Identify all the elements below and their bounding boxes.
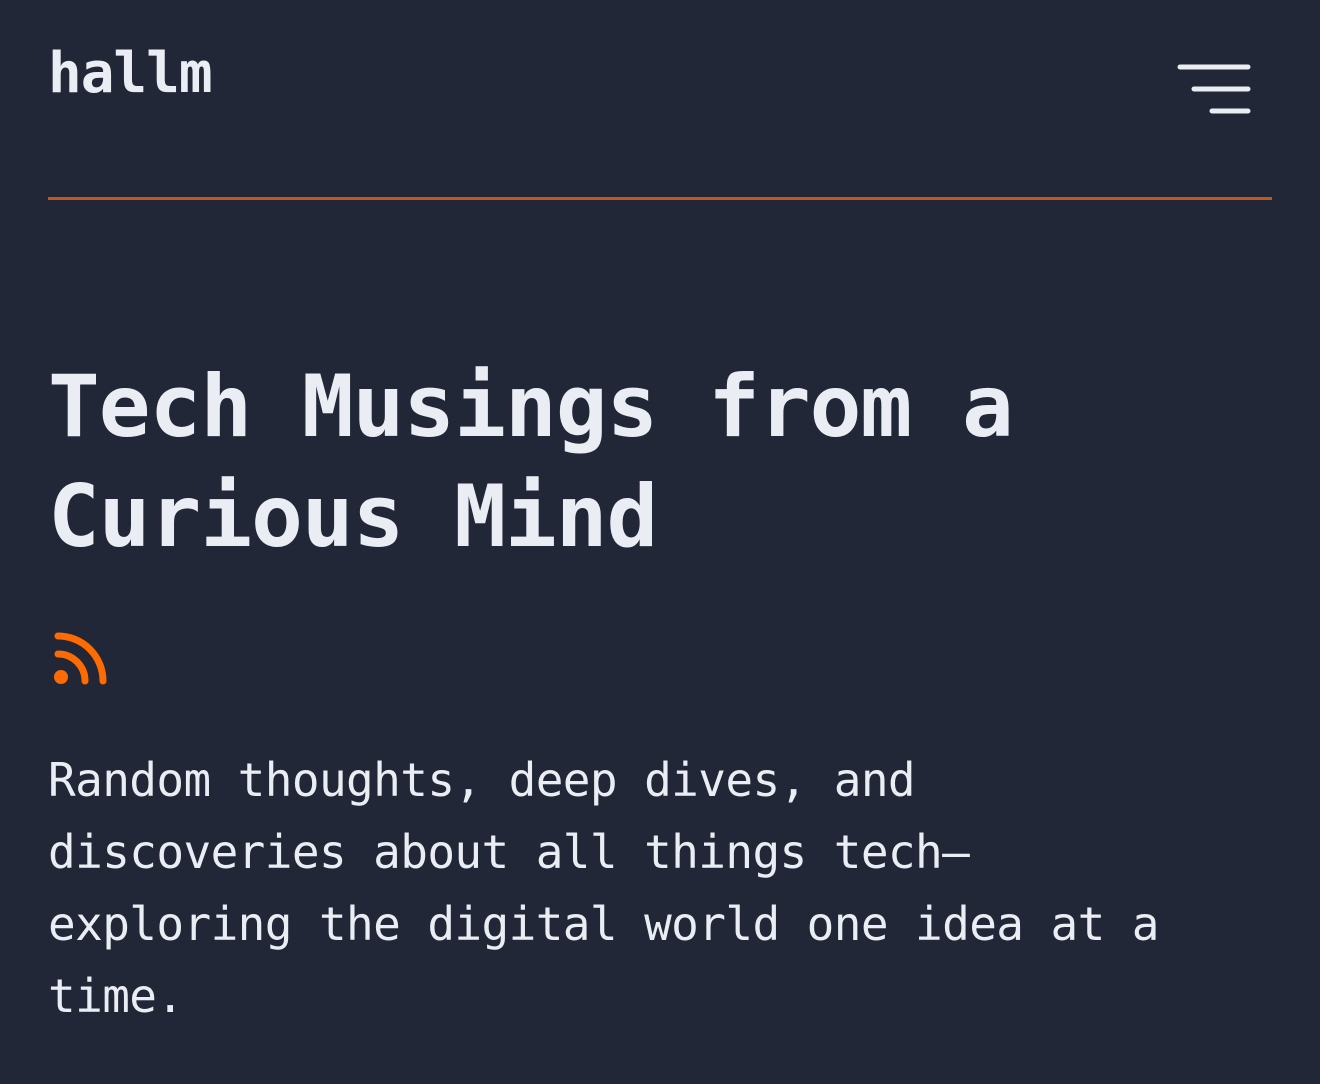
- menu-button[interactable]: [1176, 56, 1252, 120]
- hero-section: Tech Musings from a Curious Mind Random …: [48, 352, 1260, 1032]
- site-header: hallm: [48, 0, 1272, 200]
- hamburger-menu-icon: [1177, 64, 1251, 114]
- rss-feed-link[interactable]: [52, 630, 110, 688]
- site-title-link[interactable]: hallm: [48, 46, 213, 102]
- site-tagline: Random thoughts, deep dives, and discove…: [48, 753, 1159, 1023]
- header-divider: [48, 197, 1272, 200]
- rss-icon: [54, 632, 107, 685]
- page-title: Tech Musings from a Curious Mind: [48, 357, 1014, 567]
